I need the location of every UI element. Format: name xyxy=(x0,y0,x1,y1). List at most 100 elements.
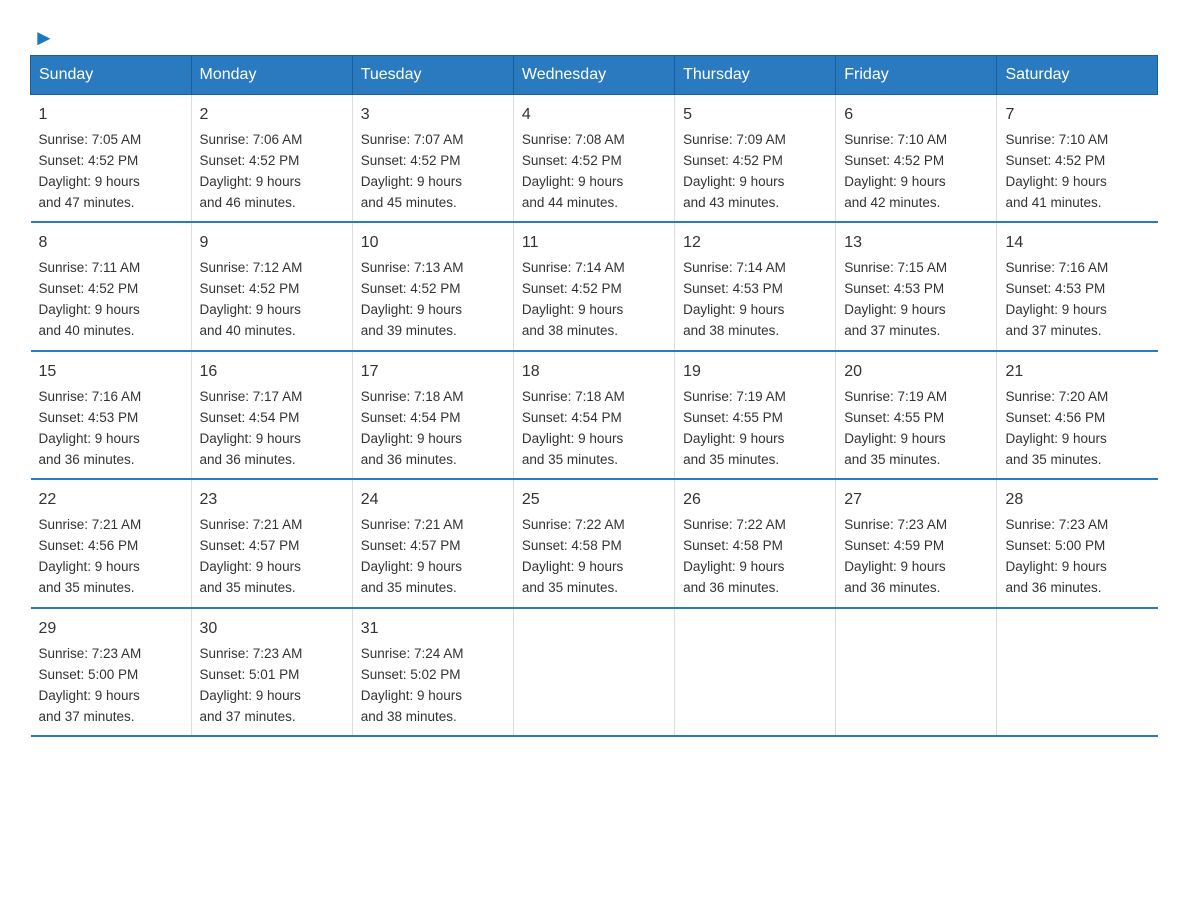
day-cell: 18Sunrise: 7:18 AMSunset: 4:54 PMDayligh… xyxy=(513,351,674,479)
day-number: 27 xyxy=(844,488,988,513)
daylight: Daylight: 9 hours xyxy=(844,174,945,189)
daylight2: and 41 minutes. xyxy=(1005,195,1101,210)
logo-chevron-icon: ► xyxy=(33,25,55,51)
day-number: 25 xyxy=(522,488,666,513)
daylight2: and 35 minutes. xyxy=(844,452,940,467)
daylight2: and 44 minutes. xyxy=(522,195,618,210)
sunset: Sunset: 4:54 PM xyxy=(361,410,461,425)
sunset: Sunset: 4:52 PM xyxy=(844,153,944,168)
sunrise: Sunrise: 7:11 AM xyxy=(39,260,141,275)
daylight2: and 35 minutes. xyxy=(361,580,457,595)
day-number: 4 xyxy=(522,103,666,128)
sunrise: Sunrise: 7:23 AM xyxy=(200,646,303,661)
sunset: Sunset: 4:52 PM xyxy=(361,153,461,168)
sunset: Sunset: 4:58 PM xyxy=(522,538,622,553)
daylight2: and 37 minutes. xyxy=(844,323,940,338)
daylight: Daylight: 9 hours xyxy=(1005,559,1106,574)
sunset: Sunset: 4:52 PM xyxy=(522,153,622,168)
daylight: Daylight: 9 hours xyxy=(361,431,462,446)
column-header-saturday: Saturday xyxy=(997,56,1158,95)
daylight: Daylight: 9 hours xyxy=(1005,174,1106,189)
daylight2: and 40 minutes. xyxy=(39,323,135,338)
sunrise: Sunrise: 7:14 AM xyxy=(683,260,786,275)
sunset: Sunset: 4:55 PM xyxy=(844,410,944,425)
daylight2: and 36 minutes. xyxy=(361,452,457,467)
day-number: 12 xyxy=(683,231,827,256)
sunrise: Sunrise: 7:10 AM xyxy=(1005,132,1108,147)
daylight: Daylight: 9 hours xyxy=(844,302,945,317)
week-row-4: 22Sunrise: 7:21 AMSunset: 4:56 PMDayligh… xyxy=(31,479,1158,607)
sunrise: Sunrise: 7:05 AM xyxy=(39,132,142,147)
daylight2: and 35 minutes. xyxy=(683,452,779,467)
daylight2: and 43 minutes. xyxy=(683,195,779,210)
day-cell: 29Sunrise: 7:23 AMSunset: 5:00 PMDayligh… xyxy=(31,608,192,736)
daylight: Daylight: 9 hours xyxy=(683,174,784,189)
day-number: 22 xyxy=(39,488,183,513)
sunrise: Sunrise: 7:06 AM xyxy=(200,132,303,147)
day-cell: 25 Sunrise: 7:22 AM Sunset: 4:58 PM Dayligh… xyxy=(513,479,674,607)
sunset: Sunset: 4:53 PM xyxy=(683,281,783,296)
daylight2: and 37 minutes. xyxy=(1005,323,1101,338)
sunset: Sunset: 4:52 PM xyxy=(361,281,461,296)
day-cell: 15Sunrise: 7:16 AMSunset: 4:53 PMDayligh… xyxy=(31,351,192,479)
day-cell: 28Sunrise: 7:23 AMSunset: 5:00 PMDayligh… xyxy=(997,479,1158,607)
sunset: Sunset: 4:52 PM xyxy=(200,153,300,168)
day-cell: 10Sunrise: 7:13 AMSunset: 4:52 PMDayligh… xyxy=(352,222,513,350)
sunset: Sunset: 4:57 PM xyxy=(200,538,300,553)
daylight2: and 36 minutes. xyxy=(200,452,296,467)
sunrise: Sunrise: 7:14 AM xyxy=(522,260,625,275)
daylight: Daylight: 9 hours xyxy=(1005,431,1106,446)
daylight2: and 40 minutes. xyxy=(200,323,296,338)
day-cell: 17Sunrise: 7:18 AMSunset: 4:54 PMDayligh… xyxy=(352,351,513,479)
sunset: Sunset: 5:01 PM xyxy=(200,667,300,682)
sunrise: Sunrise: 7:16 AM xyxy=(1005,260,1108,275)
sunrise: Sunrise: 7:22 AM xyxy=(683,517,786,532)
daylight: Daylight: 9 hours xyxy=(361,688,462,703)
day-number: 18 xyxy=(522,360,666,385)
sunset: Sunset: 4:53 PM xyxy=(39,410,139,425)
daylight2: and 35 minutes. xyxy=(522,580,618,595)
sunset: Sunset: 4:53 PM xyxy=(844,281,944,296)
day-number: 23 xyxy=(200,488,344,513)
day-number: 7 xyxy=(1005,103,1149,128)
daylight: Daylight: 9 hours xyxy=(200,431,301,446)
daylight2: and 38 minutes. xyxy=(361,709,457,724)
sunrise: Sunrise: 7:17 AM xyxy=(200,389,303,404)
day-number: 28 xyxy=(1005,488,1149,513)
day-cell xyxy=(675,608,836,736)
daylight: Daylight: 9 hours xyxy=(39,174,140,189)
column-header-sunday: Sunday xyxy=(31,56,192,95)
day-cell: 30Sunrise: 7:23 AMSunset: 5:01 PMDayligh… xyxy=(191,608,352,736)
day-number: 6 xyxy=(844,103,988,128)
day-number: 31 xyxy=(361,617,505,642)
sunset: Sunset: 4:52 PM xyxy=(1005,153,1105,168)
daylight: Daylight: 9 hours xyxy=(844,559,945,574)
daylight: Daylight: 9 hours xyxy=(522,559,623,574)
daylight: Daylight: 9 hours xyxy=(1005,302,1106,317)
day-cell: 27Sunrise: 7:23 AMSunset: 4:59 PMDayligh… xyxy=(836,479,997,607)
sunrise: Sunrise: 7:10 AM xyxy=(844,132,947,147)
day-cell: 9Sunrise: 7:12 AMSunset: 4:52 PMDaylight… xyxy=(191,222,352,350)
daylight: Daylight: 9 hours xyxy=(361,302,462,317)
daylight2: and 47 minutes. xyxy=(39,195,135,210)
sunset: Sunset: 4:56 PM xyxy=(1005,410,1105,425)
day-cell: 7 Sunrise: 7:10 AM Sunset: 4:52 PM Daylight… xyxy=(997,95,1158,223)
daylight: Daylight: 9 hours xyxy=(522,302,623,317)
day-number: 21 xyxy=(1005,360,1149,385)
daylight2: and 35 minutes. xyxy=(39,580,135,595)
daylight2: and 45 minutes. xyxy=(361,195,457,210)
day-cell: 12Sunrise: 7:14 AMSunset: 4:53 PMDayligh… xyxy=(675,222,836,350)
daylight: Daylight: 9 hours xyxy=(683,431,784,446)
day-cell: 6 Sunrise: 7:10 AM Sunset: 4:52 PM Daylight… xyxy=(836,95,997,223)
day-number: 3 xyxy=(361,103,505,128)
day-cell: 5Sunrise: 7:09 AMSunset: 4:52 PMDaylight… xyxy=(675,95,836,223)
daylight2: and 42 minutes. xyxy=(844,195,940,210)
sunset: Sunset: 4:52 PM xyxy=(522,281,622,296)
day-number: 11 xyxy=(522,231,666,256)
sunrise: Sunrise: 7:22 AM xyxy=(522,517,625,532)
daylight: Daylight: 9 hours xyxy=(522,174,623,189)
day-cell: 23Sunrise: 7:21 AMSunset: 4:57 PMDayligh… xyxy=(191,479,352,607)
daylight: Daylight: 9 hours xyxy=(39,431,140,446)
calendar-table: SundayMondayTuesdayWednesdayThursdayFrid… xyxy=(30,55,1158,737)
day-cell: 14Sunrise: 7:16 AMSunset: 4:53 PMDayligh… xyxy=(997,222,1158,350)
